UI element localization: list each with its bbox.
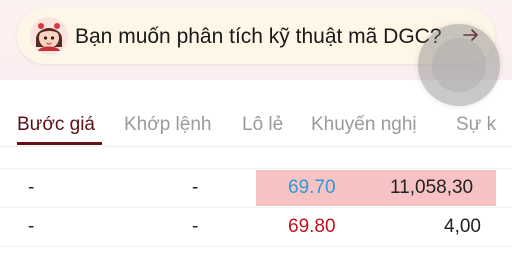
tab-khop-lenh[interactable]: Khớp lệnh bbox=[124, 114, 211, 136]
touch-indicator bbox=[418, 24, 500, 106]
order-book-tabs: Bước giá Khớp lệnh Lô lẻ Khuyến nghị Sự … bbox=[0, 100, 512, 147]
row-cell-col1: - bbox=[28, 216, 35, 237]
row-cell-col1: - bbox=[28, 177, 35, 198]
row-volume: 4,00 bbox=[444, 216, 481, 237]
row-price: 69.80 bbox=[288, 216, 336, 237]
row-volume: 11,058,30 bbox=[390, 177, 474, 198]
tab-su-kien[interactable]: Sự k bbox=[456, 114, 496, 136]
tab-lo-le[interactable]: Lô lẻ bbox=[242, 114, 283, 136]
row-cell-col2: - bbox=[192, 177, 199, 198]
row-price: 69.70 bbox=[288, 177, 336, 198]
row-cell-col2: - bbox=[192, 216, 199, 237]
tab-buoc-gia[interactable]: Bước giá bbox=[17, 114, 95, 136]
assistant-avatar-icon bbox=[30, 17, 68, 55]
assistant-prompt-text: Bạn muốn phân tích kỹ thuật mã DGC? bbox=[75, 25, 442, 48]
table-row: - - 69.80 4,00 bbox=[0, 208, 512, 247]
tab-khuyen-nghi[interactable]: Khuyến nghị bbox=[311, 114, 417, 136]
active-tab-indicator bbox=[17, 142, 102, 145]
table-row: - - 69.70 11,058,30 bbox=[0, 168, 512, 208]
